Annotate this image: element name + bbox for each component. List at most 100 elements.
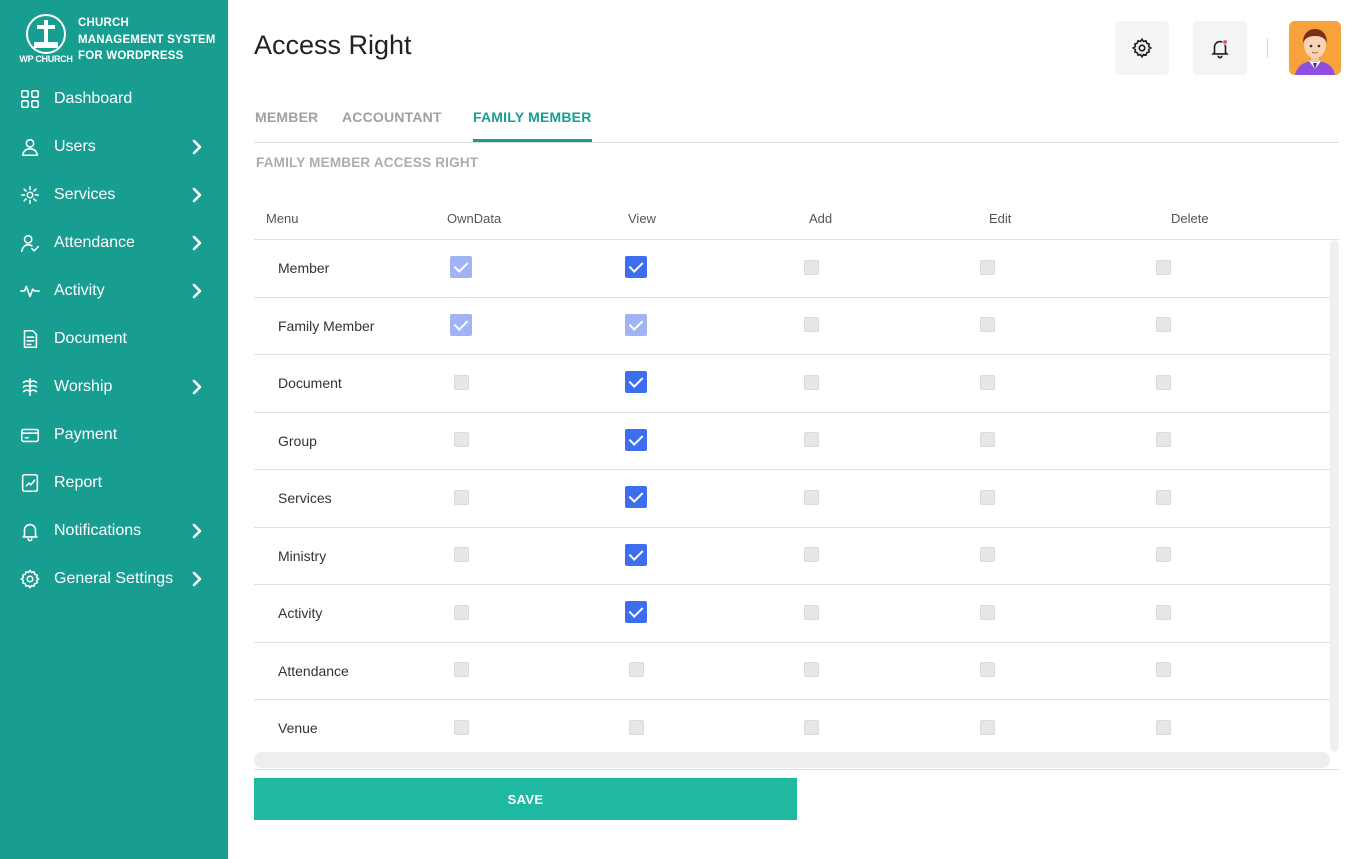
save-button[interactable]: SAVE <box>254 778 797 820</box>
column-header-edit: Edit <box>989 211 1012 226</box>
checkbox-add[interactable] <box>803 374 819 390</box>
sidebar-item-general-settings[interactable]: General Settings <box>0 555 228 603</box>
checkbox-owndata[interactable] <box>453 662 469 677</box>
table-row: Document <box>254 355 1330 413</box>
checkbox-owndata[interactable] <box>453 432 469 447</box>
tab-accountant[interactable]: ACCOUNTANT <box>342 109 442 142</box>
church-logo-icon: WP CHURCH <box>18 12 74 66</box>
sidebar-item-users[interactable]: Users <box>0 123 228 171</box>
sidebar-item-report[interactable]: Report <box>0 459 228 507</box>
column-header-add: Add <box>809 211 833 226</box>
sidebar-item-label: Users <box>54 138 96 155</box>
sidebar-item-label: General Settings <box>54 570 174 587</box>
checkbox-owndata[interactable] <box>453 489 469 505</box>
chevron-right-icon <box>192 379 202 395</box>
checkbox-delete[interactable] <box>1155 662 1171 677</box>
menu-name: Attendance <box>278 662 349 679</box>
sidebar-item-label: Activity <box>54 282 105 299</box>
checkbox-edit[interactable] <box>979 374 995 390</box>
sidebar-item-dashboard[interactable]: Dashboard <box>0 75 228 123</box>
checkbox-edit[interactable] <box>979 547 995 562</box>
sidebar-item-label: Document <box>54 330 127 347</box>
payment-icon <box>20 428 40 443</box>
worship-icon <box>22 377 38 397</box>
table-row: Services <box>254 470 1330 528</box>
checkbox-edit[interactable] <box>979 489 995 505</box>
horizontal-scrollbar[interactable] <box>254 752 1330 768</box>
sidebar-item-document[interactable]: Document <box>0 315 228 363</box>
table-row: Member <box>254 240 1330 298</box>
section-title: FAMILY MEMBER ACCESS RIGHT <box>256 155 479 170</box>
checkbox-delete[interactable] <box>1155 719 1171 735</box>
sidebar-item-activity[interactable]: Activity <box>0 267 228 315</box>
checkbox-view[interactable] <box>625 486 647 508</box>
settings-button[interactable] <box>1115 21 1169 75</box>
checkbox-edit[interactable] <box>979 604 995 620</box>
checkbox-view[interactable] <box>625 371 647 393</box>
checkbox-delete[interactable] <box>1155 317 1171 332</box>
checkbox-view[interactable] <box>625 543 647 566</box>
sidebar-item-services[interactable]: Services <box>0 171 228 219</box>
activity-icon <box>20 285 40 298</box>
sidebar-item-notifications[interactable]: Notifications <box>0 507 228 555</box>
checkbox-view[interactable] <box>628 662 644 677</box>
tab-member[interactable]: MEMBER <box>255 109 318 142</box>
table-row: Group <box>254 413 1330 470</box>
checkbox-delete[interactable] <box>1155 489 1171 505</box>
checkbox-view[interactable] <box>628 719 644 735</box>
checkbox-delete[interactable] <box>1155 432 1171 447</box>
checkbox-owndata[interactable] <box>453 374 469 390</box>
checkbox-view[interactable] <box>625 601 647 623</box>
checkbox-delete[interactable] <box>1155 604 1171 620</box>
checkbox-add[interactable] <box>803 719 819 735</box>
checkbox-owndata[interactable] <box>453 719 469 735</box>
vertical-scrollbar[interactable] <box>1330 240 1339 752</box>
tab-family-member[interactable]: FAMILY MEMBER <box>473 109 592 142</box>
brand[interactable]: WP CHURCH CHURCH MANAGEMENT SYSTEM FOR W… <box>18 12 218 68</box>
bell-icon <box>22 523 38 542</box>
sidebar-item-worship[interactable]: Worship <box>0 363 228 411</box>
document-icon <box>23 329 38 349</box>
checkbox-view[interactable] <box>625 256 647 278</box>
table-footer-divider <box>254 769 1339 770</box>
column-header-menu: Menu <box>266 211 299 226</box>
checkbox-edit[interactable] <box>979 719 995 735</box>
checkbox-add[interactable] <box>803 317 819 332</box>
checkbox-add[interactable] <box>803 489 819 505</box>
avatar[interactable] <box>1289 21 1341 75</box>
checkbox-edit[interactable] <box>979 317 995 332</box>
sidebar-item-label: Payment <box>54 426 118 443</box>
chevron-right-icon <box>192 523 202 539</box>
checkbox-owndata[interactable] <box>453 604 469 620</box>
checkbox-view <box>625 313 647 336</box>
sidebar-item-payment[interactable]: Payment <box>0 411 228 459</box>
checkbox-add[interactable] <box>803 604 819 620</box>
checkbox-edit[interactable] <box>979 432 995 447</box>
menu-name: Venue <box>278 720 318 736</box>
chevron-right-icon <box>192 235 202 251</box>
table-row: Ministry <box>254 528 1330 585</box>
chevron-right-icon <box>192 571 202 587</box>
checkbox-add[interactable] <box>803 662 819 677</box>
checkbox-delete[interactable] <box>1155 259 1171 275</box>
brand-title: CHURCH MANAGEMENT SYSTEM FOR WORDPRESS <box>78 17 216 62</box>
checkbox-owndata[interactable] <box>453 547 469 562</box>
notifications-button[interactable] <box>1193 21 1247 75</box>
checkbox-delete[interactable] <box>1155 547 1171 562</box>
sidebar-item-label: Attendance <box>54 234 135 251</box>
checkbox-delete[interactable] <box>1155 374 1171 390</box>
checkbox-owndata <box>450 256 472 278</box>
checkbox-add[interactable] <box>803 432 819 447</box>
role-tabs: MEMBER ACCOUNTANT FAMILY MEMBER <box>254 105 1339 143</box>
sidebar-item-attendance[interactable]: Attendance <box>0 219 228 267</box>
checkbox-edit[interactable] <box>979 259 995 275</box>
column-header-view: View <box>628 211 656 226</box>
sidebar-item-label: Worship <box>54 378 113 395</box>
checkbox-edit[interactable] <box>979 662 995 677</box>
table-row: Activity <box>254 585 1330 643</box>
checkbox-add[interactable] <box>803 259 819 275</box>
menu-name: Activity <box>278 605 323 621</box>
menu-name: Document <box>278 375 342 391</box>
checkbox-add[interactable] <box>803 547 819 562</box>
checkbox-view[interactable] <box>625 428 647 451</box>
